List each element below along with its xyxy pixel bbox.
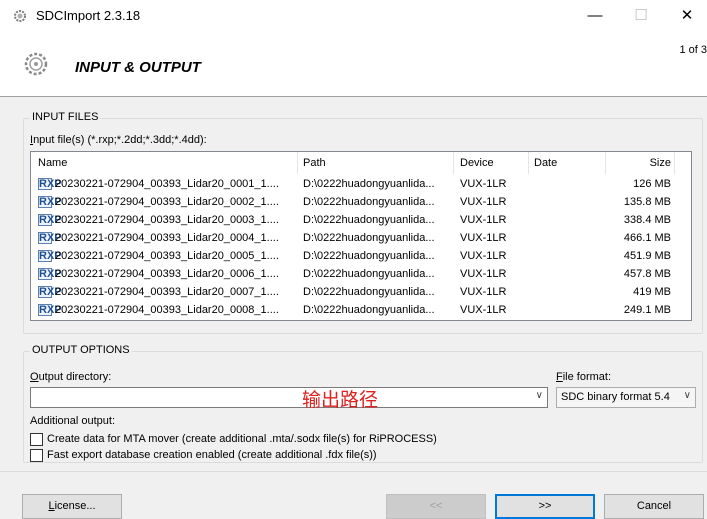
device-cell: VUX-1LR [460, 250, 507, 262]
input-files-label: Input file(s) (*.rxp;*.2dd;*.3dd;*.4dd): [30, 134, 207, 146]
table-row[interactable]: RXP 20230221-072904_00393_Lidar20_0005_1.… [31, 248, 691, 266]
file-name-cell: 20230221-072904_00393_Lidar20_0008_1.... [55, 304, 279, 316]
file-name-cell: 20230221-072904_00393_Lidar20_0005_1.... [55, 250, 279, 262]
device-cell: VUX-1LR [460, 214, 507, 226]
chevron-down-icon[interactable]: ∨ [684, 390, 691, 401]
page-title: INPUT & OUTPUT [75, 59, 201, 76]
file-path-cell: D:\0222huadongyuanlida... [303, 232, 435, 244]
file-name-cell: 20230221-072904_00393_Lidar20_0006_1.... [55, 268, 279, 280]
rxp-file-icon: RXP [38, 214, 62, 226]
file-name-cell: 20230221-072904_00393_Lidar20_0004_1.... [55, 232, 279, 244]
fdx-checkbox-label[interactable]: Fast export database creation enabled (c… [47, 449, 377, 461]
dropdown-arrow-icon[interactable]: ∨ [536, 390, 543, 401]
size-cell: 249.1 MB [623, 304, 671, 316]
table-row[interactable]: RXP 20230221-072904_00393_Lidar20_0003_1.… [31, 212, 691, 230]
maximize-button[interactable]: ☐ [618, 0, 664, 32]
device-cell: VUX-1LR [460, 268, 507, 280]
table-row[interactable]: RXP 20230221-072904_00393_Lidar20_0004_1.… [31, 230, 691, 248]
additional-output-label: Additional output: [30, 415, 116, 427]
rxp-file-icon: RXP [38, 232, 62, 244]
mta-checkbox[interactable] [30, 433, 43, 446]
back-button[interactable]: << [386, 494, 486, 519]
table-row[interactable]: RXP 20230221-072904_00393_Lidar20_0007_1.… [31, 284, 691, 302]
window-title: SDCImport 2.3.18 [36, 8, 141, 23]
column-name[interactable]: Name [38, 157, 67, 169]
size-cell: 126 MB [633, 178, 671, 190]
size-cell: 457.8 MB [623, 268, 671, 280]
rxp-file-icon: RXP [38, 304, 62, 316]
rxp-file-icon: RXP [38, 196, 62, 208]
file-name-cell: 20230221-072904_00393_Lidar20_0001_1.... [55, 178, 279, 190]
file-format-label: File format: [556, 371, 612, 383]
input-files-title: INPUT FILES [30, 111, 101, 123]
device-cell: VUX-1LR [460, 196, 507, 208]
page-indicator: 1 of 3 [679, 44, 707, 56]
settings-gear-icon [24, 52, 48, 76]
wizard-body: INPUT FILES Input file(s) (*.rxp;*.2dd;*… [0, 97, 707, 519]
file-path-cell: D:\0222huadongyuanlida... [303, 286, 435, 298]
file-list-header: Name Path Device Date Size [31, 152, 691, 174]
column-date[interactable]: Date [534, 157, 557, 169]
file-path-cell: D:\0222huadongyuanlida... [303, 250, 435, 262]
table-row[interactable]: RXP 20230221-072904_00393_Lidar20_0008_1.… [31, 302, 691, 320]
file-path-cell: D:\0222huadongyuanlida... [303, 268, 435, 280]
column-size[interactable]: Size [650, 157, 671, 169]
file-name-cell: 20230221-072904_00393_Lidar20_0003_1.... [55, 214, 279, 226]
title-bar: SDCImport 2.3.18 — ☐ ✕ [0, 0, 707, 32]
cancel-button[interactable]: Cancel [604, 494, 704, 519]
size-cell: 338.4 MB [623, 214, 671, 226]
file-format-value: SDC binary format 5.4 [561, 391, 670, 403]
file-path-cell: D:\0222huadongyuanlida... [303, 178, 435, 190]
size-cell: 135.8 MB [623, 196, 671, 208]
file-path-cell: D:\0222huadongyuanlida... [303, 214, 435, 226]
output-directory-combobox[interactable]: ∨ [30, 387, 548, 408]
device-cell: VUX-1LR [460, 286, 507, 298]
table-row[interactable]: RXP 20230221-072904_00393_Lidar20_0006_1.… [31, 266, 691, 284]
file-format-select[interactable]: SDC binary format 5.4 ∨ [556, 387, 696, 408]
size-cell: 451.9 MB [623, 250, 671, 262]
footer-divider [0, 471, 707, 472]
table-row[interactable]: RXP 20230221-072904_00393_Lidar20_0002_1.… [31, 194, 691, 212]
output-path-annotation: 输出路径 [302, 389, 379, 411]
output-directory-label: Output directory: [30, 371, 112, 383]
size-cell: 419 MB [633, 286, 671, 298]
rxp-file-icon: RXP [38, 250, 62, 262]
device-cell: VUX-1LR [460, 178, 507, 190]
file-name-cell: 20230221-072904_00393_Lidar20_0007_1.... [55, 286, 279, 298]
device-cell: VUX-1LR [460, 304, 507, 316]
table-row[interactable]: RXP 20230221-072904_00393_Lidar20_0001_1.… [31, 176, 691, 194]
file-path-cell: D:\0222huadongyuanlida... [303, 196, 435, 208]
rxp-file-icon: RXP [38, 286, 62, 298]
rxp-file-icon: RXP [38, 178, 62, 190]
device-cell: VUX-1LR [460, 232, 507, 244]
close-button[interactable]: ✕ [664, 0, 707, 32]
minimize-button[interactable]: — [572, 0, 618, 32]
mta-checkbox-label[interactable]: Create data for MTA mover (create additi… [47, 433, 437, 445]
input-file-list[interactable]: Name Path Device Date Size RXP 20230221-0… [30, 151, 692, 321]
rxp-file-icon: RXP [38, 268, 62, 280]
app-gear-icon [14, 10, 26, 22]
license-button[interactable]: License... [22, 494, 122, 519]
fdx-checkbox[interactable] [30, 449, 43, 462]
next-button[interactable]: >> [495, 494, 595, 519]
file-path-cell: D:\0222huadongyuanlida... [303, 304, 435, 316]
column-path[interactable]: Path [303, 157, 326, 169]
file-name-cell: 20230221-072904_00393_Lidar20_0002_1.... [55, 196, 279, 208]
size-cell: 466.1 MB [623, 232, 671, 244]
output-options-title: OUTPUT OPTIONS [30, 344, 132, 356]
column-device[interactable]: Device [460, 157, 494, 169]
wizard-header: INPUT & OUTPUT 1 of 3 [0, 32, 707, 96]
